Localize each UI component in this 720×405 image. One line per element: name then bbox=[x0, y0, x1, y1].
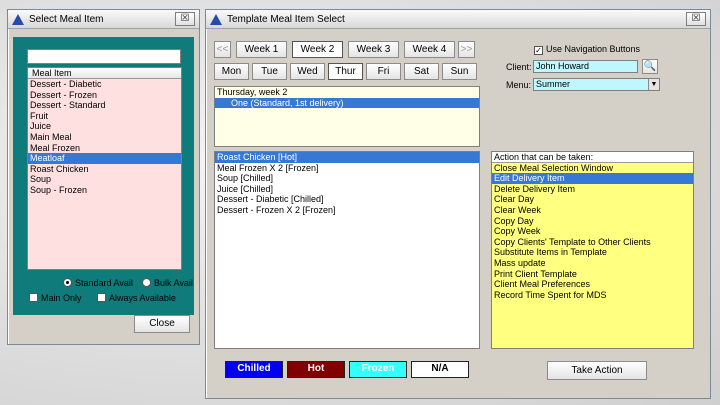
use-navigation-checkbox[interactable]: ✓ Use Navigation Buttons bbox=[534, 44, 640, 55]
prev-week-button[interactable]: << bbox=[214, 41, 231, 58]
meal-item-row[interactable]: Main Meal bbox=[28, 132, 181, 143]
teal-frame: Meal Item Dessert - Diabetic Dessert - Fr… bbox=[13, 37, 194, 315]
action-row[interactable]: Client Meal Preferences bbox=[492, 279, 693, 290]
close-icon[interactable]: ☒ bbox=[175, 12, 195, 26]
meal-item-row[interactable]: Meatloaf bbox=[28, 153, 181, 164]
action-row[interactable]: Record Time Spent for MDS bbox=[492, 290, 693, 301]
meal-item-list-header: Meal Item bbox=[28, 68, 181, 79]
checkmark-icon: ✓ bbox=[534, 46, 543, 55]
delivery-row[interactable]: One (Standard, 1st delivery) bbox=[215, 97, 479, 109]
standard-avail-label: Standard Avail bbox=[75, 278, 133, 288]
action-row[interactable]: Clear Week bbox=[492, 205, 693, 216]
action-row[interactable]: Edit Delivery Item bbox=[492, 173, 693, 184]
delivery-meal-item-row[interactable]: Juice [Chilled] bbox=[215, 184, 479, 195]
legend-chilled: Chilled bbox=[225, 361, 283, 378]
meal-item-row[interactable]: Soup - Frozen bbox=[28, 185, 181, 196]
action-row[interactable]: Copy Clients' Template to Other Clients bbox=[492, 237, 693, 248]
meal-item-list[interactable]: Meal Item Dessert - Diabetic Dessert - Fr… bbox=[27, 67, 182, 270]
delivery-meal-item-row[interactable]: Dessert - Frozen X 2 [Frozen] bbox=[215, 205, 479, 216]
meal-item-rows: Dessert - Diabetic Dessert - Frozen Desser… bbox=[28, 79, 181, 196]
client-search-button[interactable]: 🔍 bbox=[642, 59, 658, 74]
action-row[interactable]: Substitute Items in Template bbox=[492, 247, 693, 258]
tab-day-wed[interactable]: Wed bbox=[290, 63, 325, 80]
left-window-title: Select Meal Item bbox=[29, 13, 104, 25]
close-icon[interactable]: ☒ bbox=[686, 12, 706, 26]
meal-item-row[interactable]: Dessert - Diabetic bbox=[28, 79, 181, 90]
template-meal-item-select-window: Template Meal Item Select ☒ << Week 1 Wee… bbox=[205, 9, 711, 399]
delivery-label: One (Standard, 1st delivery) bbox=[231, 97, 344, 108]
action-rows: Close Meal Selection Window Edit Delivery… bbox=[492, 163, 693, 301]
tab-day-tue[interactable]: Tue bbox=[252, 63, 287, 80]
delivery-meal-item-row[interactable]: Meal Frozen X 2 [Frozen] bbox=[215, 163, 479, 174]
tab-day-sat[interactable]: Sat bbox=[404, 63, 439, 80]
delivery-meal-item-row[interactable]: Roast Chicken [Hot] bbox=[215, 152, 479, 163]
tab-week-2[interactable]: Week 2 bbox=[292, 41, 343, 58]
next-week-button[interactable]: >> bbox=[458, 41, 475, 58]
day-heading: Thursday, week 2 bbox=[217, 87, 288, 97]
menu-label: Menu: bbox=[506, 80, 532, 90]
always-available-label: Always Available bbox=[109, 293, 176, 303]
tab-day-sun[interactable]: Sun bbox=[442, 63, 477, 80]
bulk-avail-radio[interactable]: Bulk Avail bbox=[142, 278, 193, 288]
delivery-meal-item-rows: Roast Chicken [Hot] Meal Frozen X 2 [Froz… bbox=[215, 152, 479, 216]
delivery-meal-item-row[interactable]: Dessert - Diabetic [Chilled] bbox=[215, 194, 479, 205]
checkbox-icon bbox=[97, 293, 106, 302]
checkbox-icon bbox=[29, 293, 38, 302]
action-row[interactable]: Mass update bbox=[492, 258, 693, 269]
take-action-button[interactable]: Take Action bbox=[547, 361, 647, 380]
standard-avail-radio[interactable]: Standard Avail bbox=[63, 278, 133, 288]
tab-week-3[interactable]: Week 3 bbox=[348, 41, 399, 58]
app-logo-icon bbox=[210, 13, 222, 25]
select-meal-item-window: Select Meal Item ☒ Meal Item Dessert - D… bbox=[7, 9, 200, 345]
meal-item-row[interactable]: Soup bbox=[28, 174, 181, 185]
menu-selected-value: Summer bbox=[536, 79, 571, 89]
magnifier-icon: 🔍 bbox=[643, 61, 657, 72]
action-row[interactable]: Copy Day bbox=[492, 216, 693, 227]
delivery-meal-item-row[interactable]: Soup [Chilled] bbox=[215, 173, 479, 184]
meal-item-row[interactable]: Meal Frozen bbox=[28, 143, 181, 154]
left-titlebar: Select Meal Item ☒ bbox=[8, 10, 199, 29]
action-row[interactable]: Delete Delivery Item bbox=[492, 184, 693, 195]
tab-day-fri[interactable]: Fri bbox=[366, 63, 401, 80]
radio-selected-icon bbox=[63, 278, 72, 287]
client-label: Client: bbox=[506, 62, 532, 72]
legend-na: N/A bbox=[411, 361, 469, 378]
meal-item-row[interactable]: Dessert - Frozen bbox=[28, 90, 181, 101]
action-row[interactable]: Close Meal Selection Window bbox=[492, 163, 693, 174]
meal-search-input[interactable] bbox=[27, 49, 181, 64]
actions-list[interactable]: Action that can be taken: Close Meal Sel… bbox=[491, 151, 694, 349]
radio-empty-icon bbox=[142, 278, 151, 287]
action-row[interactable]: Copy Week bbox=[492, 226, 693, 237]
right-window-title: Template Meal Item Select bbox=[227, 13, 345, 25]
menu-select[interactable]: Summer ▼ bbox=[533, 78, 660, 91]
always-available-checkbox[interactable]: Always Available bbox=[97, 293, 176, 303]
delivery-meal-items-list[interactable]: Roast Chicken [Hot] Meal Frozen X 2 [Froz… bbox=[214, 151, 480, 349]
close-button[interactable]: Close bbox=[134, 315, 190, 333]
meal-item-row[interactable]: Fruit bbox=[28, 111, 181, 122]
day-delivery-panel[interactable]: Thursday, week 2 One (Standard, 1st deli… bbox=[214, 86, 480, 147]
tab-day-thur[interactable]: Thur bbox=[328, 63, 363, 80]
tab-day-mon[interactable]: Mon bbox=[214, 63, 249, 80]
meal-item-row[interactable]: Dessert - Standard bbox=[28, 100, 181, 111]
legend-frozen: Frozen bbox=[349, 361, 407, 378]
legend-hot: Hot bbox=[287, 361, 345, 378]
tab-week-4[interactable]: Week 4 bbox=[404, 41, 455, 58]
dropdown-arrow-icon[interactable]: ▼ bbox=[648, 79, 659, 90]
actions-header: Action that can be taken: bbox=[492, 152, 693, 163]
action-row[interactable]: Clear Day bbox=[492, 194, 693, 205]
use-navigation-label: Use Navigation Buttons bbox=[546, 44, 641, 54]
meal-item-row[interactable]: Juice bbox=[28, 121, 181, 132]
right-titlebar: Template Meal Item Select ☒ bbox=[206, 10, 710, 29]
app-logo-icon bbox=[12, 13, 24, 25]
action-row[interactable]: Print Client Template bbox=[492, 269, 693, 280]
meal-item-row[interactable]: Roast Chicken bbox=[28, 164, 181, 175]
client-input[interactable]: John Howard bbox=[533, 60, 638, 73]
tab-week-1[interactable]: Week 1 bbox=[236, 41, 287, 58]
main-only-checkbox[interactable]: Main Only bbox=[29, 293, 82, 303]
bulk-avail-label: Bulk Avail bbox=[154, 278, 193, 288]
main-only-label: Main Only bbox=[41, 293, 82, 303]
